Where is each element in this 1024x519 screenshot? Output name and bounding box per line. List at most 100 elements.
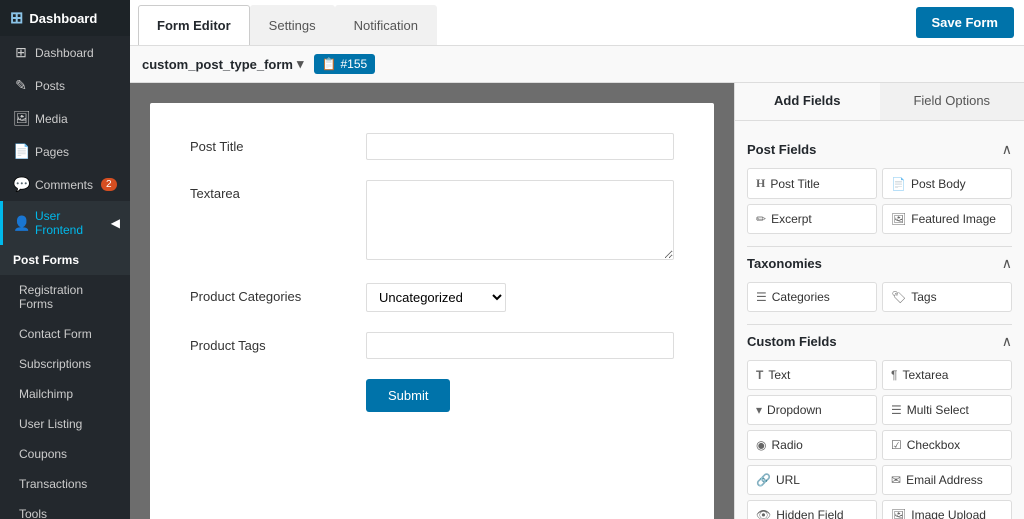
categories-btn-icon: ☰ (756, 290, 767, 304)
tags-btn-icon: 🏷 (891, 290, 906, 304)
email-address-btn[interactable]: ✉ Email Address (882, 465, 1012, 495)
tab-form-editor[interactable]: Form Editor (138, 5, 250, 45)
field-input-product-tags (366, 332, 674, 359)
sidebar-item-tools[interactable]: Tools (0, 499, 130, 519)
main-area: Form Editor Settings Notification Save F… (130, 0, 1024, 519)
sidebar-item-mailchimp[interactable]: Mailchimp (0, 379, 130, 409)
sidebar-item-comments[interactable]: 💬 Comments 2 (0, 168, 130, 201)
hidden-field-btn[interactable]: 👁 Hidden Field (747, 500, 877, 519)
text-field-btn[interactable]: T Text (747, 360, 877, 390)
tags-btn-label: Tags (911, 290, 936, 304)
subtoolbar: custom_post_type_form ▾ 📋 #155 (130, 46, 1024, 83)
sidebar-item-user-listing[interactable]: User Listing (0, 409, 130, 439)
field-input-product-categories: Uncategorized (366, 283, 674, 312)
sidebar-item-label: Mailchimp (19, 387, 73, 401)
dropdown-btn[interactable]: ▾ Dropdown (747, 395, 877, 425)
form-field-product-tags: Product Tags (190, 332, 674, 359)
text-btn-icon: T (756, 368, 763, 382)
custom-fields-title: Custom Fields (747, 334, 837, 349)
product-tags-input[interactable] (366, 332, 674, 359)
user-frontend-icon: 👤 (13, 215, 29, 232)
post-title-btn[interactable]: H Post Title (747, 168, 877, 199)
custom-fields-section-header: Custom Fields ∧ (747, 333, 1012, 350)
radio-btn[interactable]: ◉ Radio (747, 430, 877, 460)
sidebar-item-label: Transactions (19, 477, 87, 491)
sidebar-item-post-forms[interactable]: Post Forms (0, 245, 130, 275)
email-btn-label: Email Address (906, 473, 983, 487)
post-body-btn-icon: 📄 (891, 177, 906, 191)
image-upload-btn[interactable]: 🖼 Image Upload (882, 500, 1012, 519)
dropdown-arrow-icon[interactable]: ▾ (297, 56, 304, 72)
form-selector: custom_post_type_form ▾ (142, 56, 304, 72)
multi-select-btn[interactable]: ☰ Multi Select (882, 395, 1012, 425)
form-field-product-categories: Product Categories Uncategorized (190, 283, 674, 312)
sidebar-item-label: Pages (35, 145, 69, 159)
post-body-btn[interactable]: 📄 Post Body (882, 168, 1012, 199)
sidebar-item-label: User Frontend (35, 209, 105, 237)
post-body-btn-label: Post Body (911, 177, 966, 191)
sidebar-item-transactions[interactable]: Transactions (0, 469, 130, 499)
form-id-label: #155 (340, 57, 367, 71)
checkbox-btn[interactable]: ☑ Checkbox (882, 430, 1012, 460)
email-btn-icon: ✉ (891, 473, 901, 487)
sidebar-item-registration-forms[interactable]: Registration Forms (0, 275, 130, 319)
right-panel: Add Fields Field Options Post Fields ∧ H… (734, 83, 1024, 519)
content-area: Post Title Textarea Product Categories (130, 83, 1024, 519)
sidebar-item-label: User Listing (19, 417, 82, 431)
radio-btn-label: Radio (771, 438, 802, 452)
multi-select-btn-label: Multi Select (907, 403, 969, 417)
submit-button[interactable]: Submit (366, 379, 450, 412)
sidebar-item-dashboard[interactable]: ⊞ Dashboard (0, 36, 130, 69)
sidebar-item-label: Media (35, 112, 68, 126)
divider-1 (747, 246, 1012, 247)
featured-image-btn[interactable]: 🖼 Featured Image (882, 204, 1012, 234)
sidebar-item-media[interactable]: 🖼 Media (0, 102, 130, 135)
sidebar-item-subscriptions[interactable]: Subscriptions (0, 349, 130, 379)
taxonomies-grid: ☰ Categories 🏷 Tags (747, 282, 1012, 312)
pages-icon: 📄 (13, 143, 29, 160)
multi-select-btn-icon: ☰ (891, 403, 902, 417)
post-title-btn-icon: H (756, 176, 765, 191)
form-canvas-wrapper: Post Title Textarea Product Categories (130, 83, 734, 519)
wp-icon: ⊞ (10, 8, 23, 28)
post-fields-collapse-icon[interactable]: ∧ (1002, 141, 1012, 158)
sidebar-item-label: Comments (35, 178, 93, 192)
product-categories-select[interactable]: Uncategorized (366, 283, 506, 312)
excerpt-btn[interactable]: ✏ Excerpt (747, 204, 877, 234)
tabs-bar: Form Editor Settings Notification Save F… (130, 0, 1024, 46)
tags-btn[interactable]: 🏷 Tags (882, 282, 1012, 312)
tab-notification[interactable]: Notification (335, 5, 437, 45)
taxonomies-title: Taxonomies (747, 256, 822, 271)
right-tab-add-fields[interactable]: Add Fields (735, 83, 880, 120)
post-title-input[interactable] (366, 133, 674, 160)
categories-btn-label: Categories (772, 290, 830, 304)
textarea-field-btn[interactable]: ¶ Textarea (882, 360, 1012, 390)
url-btn-icon: 🔗 (756, 473, 771, 487)
media-icon: 🖼 (13, 110, 29, 127)
taxonomies-collapse-icon[interactable]: ∧ (1002, 255, 1012, 272)
sidebar-item-posts[interactable]: ✎ Posts (0, 69, 130, 102)
custom-fields-collapse-icon[interactable]: ∧ (1002, 333, 1012, 350)
sidebar-item-label: Posts (35, 79, 65, 93)
field-input-post-title (366, 133, 674, 160)
sidebar-header[interactable]: ⊞ Dashboard (0, 0, 130, 36)
right-tab-field-options[interactable]: Field Options (880, 83, 1024, 120)
sidebar-item-label: Coupons (19, 447, 67, 461)
taxonomies-section-header: Taxonomies ∧ (747, 255, 1012, 272)
url-btn[interactable]: 🔗 URL (747, 465, 877, 495)
sidebar-item-user-frontend[interactable]: 👤 User Frontend ◀ (0, 201, 130, 245)
tab-settings[interactable]: Settings (250, 5, 335, 45)
sidebar-item-pages[interactable]: 📄 Pages (0, 135, 130, 168)
checkbox-btn-label: Checkbox (907, 438, 960, 452)
textarea-input[interactable] (366, 180, 674, 260)
hidden-field-btn-label: Hidden Field (776, 508, 843, 519)
excerpt-btn-icon: ✏ (756, 212, 766, 226)
sidebar-item-coupons[interactable]: Coupons (0, 439, 130, 469)
save-form-button[interactable]: Save Form (916, 7, 1014, 38)
comments-icon: 💬 (13, 176, 29, 193)
form-id-icon: 📋 (322, 57, 337, 71)
categories-btn[interactable]: ☰ Categories (747, 282, 877, 312)
sidebar-item-contact-form[interactable]: Contact Form (0, 319, 130, 349)
post-fields-title: Post Fields (747, 142, 816, 157)
form-field-textarea: Textarea (190, 180, 674, 263)
